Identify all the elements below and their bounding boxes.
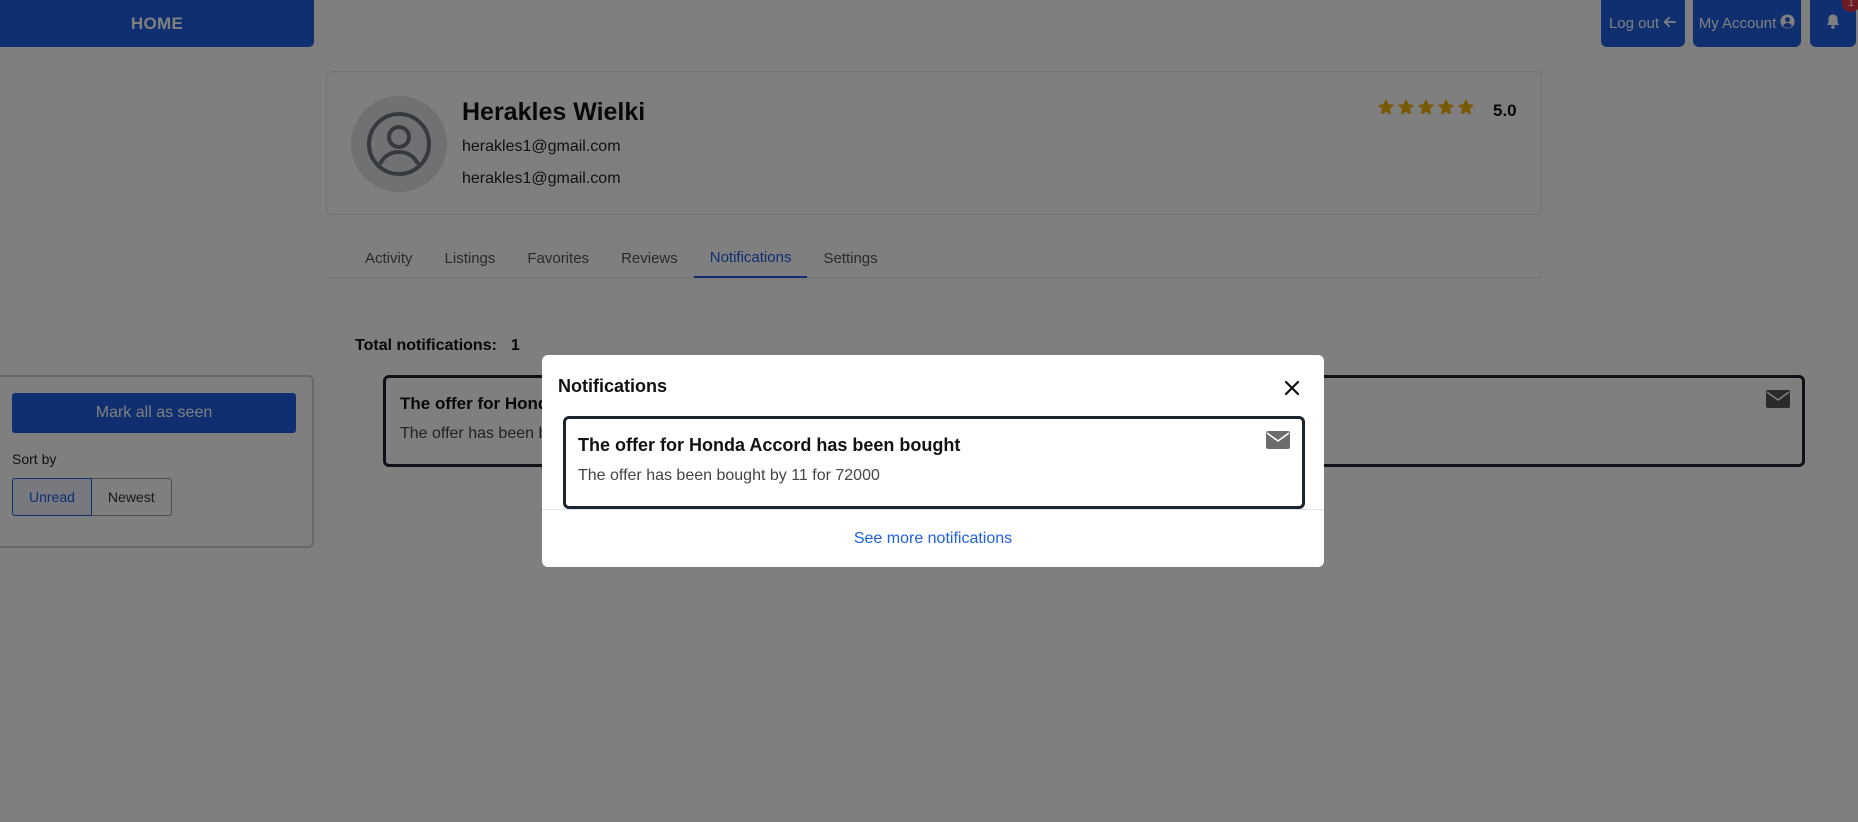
modal-notification-body: The offer has been bought by 11 for 7200… xyxy=(578,467,880,484)
envelope-icon[interactable] xyxy=(1266,431,1290,454)
modal-notification-title: The offer for Honda Accord has been boug… xyxy=(578,435,961,455)
modal-notification-card[interactable]: The offer for Honda Accord has been boug… xyxy=(563,416,1305,509)
modal-footer: See more notifications xyxy=(542,509,1324,567)
see-more-notifications-link[interactable]: See more notifications xyxy=(854,530,1012,548)
notifications-modal: Notifications The offer for Honda Accord… xyxy=(542,355,1324,567)
close-icon[interactable] xyxy=(1282,378,1302,398)
modal-title: Notifications xyxy=(558,376,668,396)
